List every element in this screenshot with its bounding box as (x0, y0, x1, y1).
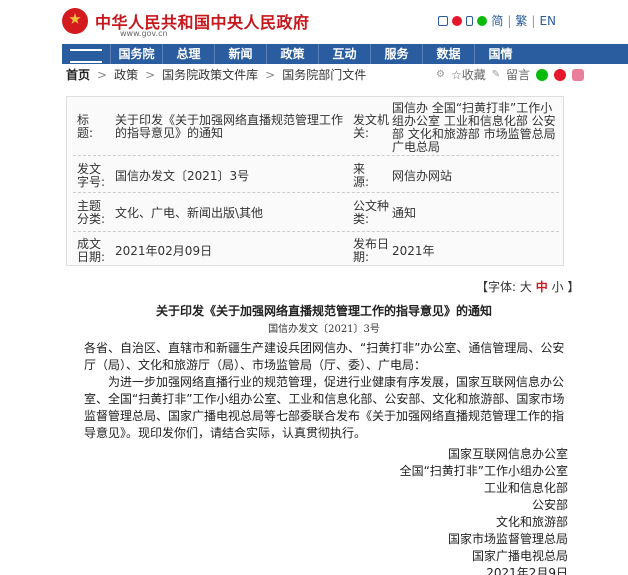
share-actions: ⚙ ☆收藏 ✎ 留言 (436, 64, 585, 86)
signatory: 国家市场监督管理总局 (447, 532, 568, 546)
signatory: 工业和信息化部 (483, 481, 568, 495)
type-label: 公文种类: (353, 199, 390, 226)
category-label: 主题分类: (77, 199, 106, 226)
breadcrumb-policy-library[interactable]: 国务院政策文件库 (162, 64, 258, 86)
breadcrumb-policy[interactable]: 政策 (114, 64, 138, 86)
source-label: 来 源: (353, 162, 390, 189)
site-header: 中华人民共和国中央人民政府 www.gov.cn 简 | 繁 | EN (0, 0, 628, 44)
font-size-switcher: 【字体: 大 中 小 】 (476, 280, 580, 294)
wechat-share-icon[interactable] (536, 69, 549, 81)
main-nav: 国务院 总理 新闻 政策 互动 服务 数据 国情 (62, 44, 628, 64)
article-body: 各省、自治区、直辖市和新疆生产建设兵团网信办、“扫黄打非”办公室、通信管理局、公… (84, 340, 568, 442)
docno-label: 发文字号: (77, 162, 106, 189)
nav-item-guoqing[interactable]: 国情 (474, 44, 526, 64)
comment-icon: ✎ (491, 69, 501, 80)
signatory: 公安部 (531, 498, 568, 512)
signatory: 国家广播电视总局 (471, 549, 568, 563)
article-date: 2021年2月9日 (486, 566, 568, 575)
nav-item-zongli[interactable]: 总理 (162, 44, 214, 64)
article-title: 关于印发《关于加强网络直播规范管理工作的指导意见》的通知 (155, 304, 492, 318)
article-salutation: 各省、自治区、直辖市和新疆生产建设兵团网信办、“扫黄打非”办公室、通信管理局、公… (84, 341, 565, 372)
issuer-label: 发文机关: (353, 113, 390, 140)
breadcrumb-home[interactable]: 首页 (66, 64, 90, 86)
signatory: 国家互联网信息办公室 (447, 447, 568, 461)
weibo-icon[interactable] (452, 15, 463, 26)
signatory: 全国“扫黄打非”工作小组办公室 (399, 464, 568, 478)
site-domain: www.gov.cn (120, 29, 168, 38)
favorite-link[interactable]: ☆收藏 (451, 64, 486, 86)
font-size-medium[interactable]: 中 (536, 280, 548, 294)
article-paragraph: 为进一步加强网络直播行业的规范管理，促进行业健康有序发展，国家互联网信息办公室、… (84, 375, 565, 440)
breadcrumb-department-docs[interactable]: 国务院部门文件 (282, 64, 366, 86)
source-value: 网信办网站 (392, 169, 453, 183)
signatory: 文化和旅游部 (495, 515, 568, 529)
wechat-icon[interactable] (477, 15, 488, 26)
docno-value: 国信办发文〔2021〕3号 (115, 169, 250, 183)
lang-simplified-link[interactable]: 简 (491, 12, 503, 29)
title-value: 关于印发《关于加强网络直播规范管理工作的指导意见》的通知 (115, 113, 344, 140)
weibo-share-icon[interactable] (554, 69, 567, 81)
utility-links: 简 | 繁 | EN (438, 12, 556, 29)
nav-item-xinwen[interactable]: 新闻 (214, 44, 266, 64)
article-signatories: 国家互联网信息办公室 全国“扫黄打非”工作小组办公室 工业和信息化部 公安部 文… (400, 446, 568, 575)
article-docno: 国信办发文〔2021〕3号 (268, 324, 380, 335)
published-date-label: 发布日期: (353, 237, 390, 264)
font-size-large[interactable]: 大 (520, 280, 532, 294)
written-date-label: 成文日期: (77, 237, 106, 264)
nav-item-guowuyuan[interactable]: 国务院 (110, 44, 162, 64)
written-date-value: 2021年02月09日 (115, 244, 213, 258)
category-value: 文化、广电、新闻出版\其他 (115, 206, 264, 220)
nav-item-zhengce[interactable]: 政策 (266, 44, 318, 64)
qzone-share-icon[interactable] (572, 69, 585, 81)
document-metadata: 标 题: 关于印发《关于加强网络直播规范管理工作的指导意见》的通知 发文机关: … (66, 96, 564, 266)
issuer-value: 国信办 全国“扫黄打非”工作小组办公室 工业和信息化部 公安部 文化和旅游部 市… (392, 101, 556, 154)
lang-traditional-link[interactable]: 繁 (515, 12, 527, 29)
national-emblem-icon[interactable] (62, 8, 88, 34)
mail-icon[interactable] (438, 15, 449, 26)
lang-en-link[interactable]: EN (539, 14, 556, 28)
mobile-icon[interactable] (466, 15, 474, 26)
title-label: 标 题: (77, 113, 114, 140)
nav-item-shuju[interactable]: 数据 (422, 44, 474, 64)
home-nav-icon[interactable] (62, 44, 110, 64)
nav-item-hudong[interactable]: 互动 (318, 44, 370, 64)
type-value: 通知 (392, 206, 417, 220)
published-date-value: 2021年 (392, 244, 435, 258)
comment-link[interactable]: 留言 (506, 64, 530, 86)
nav-item-fuwu[interactable]: 服务 (370, 44, 422, 64)
font-size-small[interactable]: 小 (552, 280, 564, 294)
